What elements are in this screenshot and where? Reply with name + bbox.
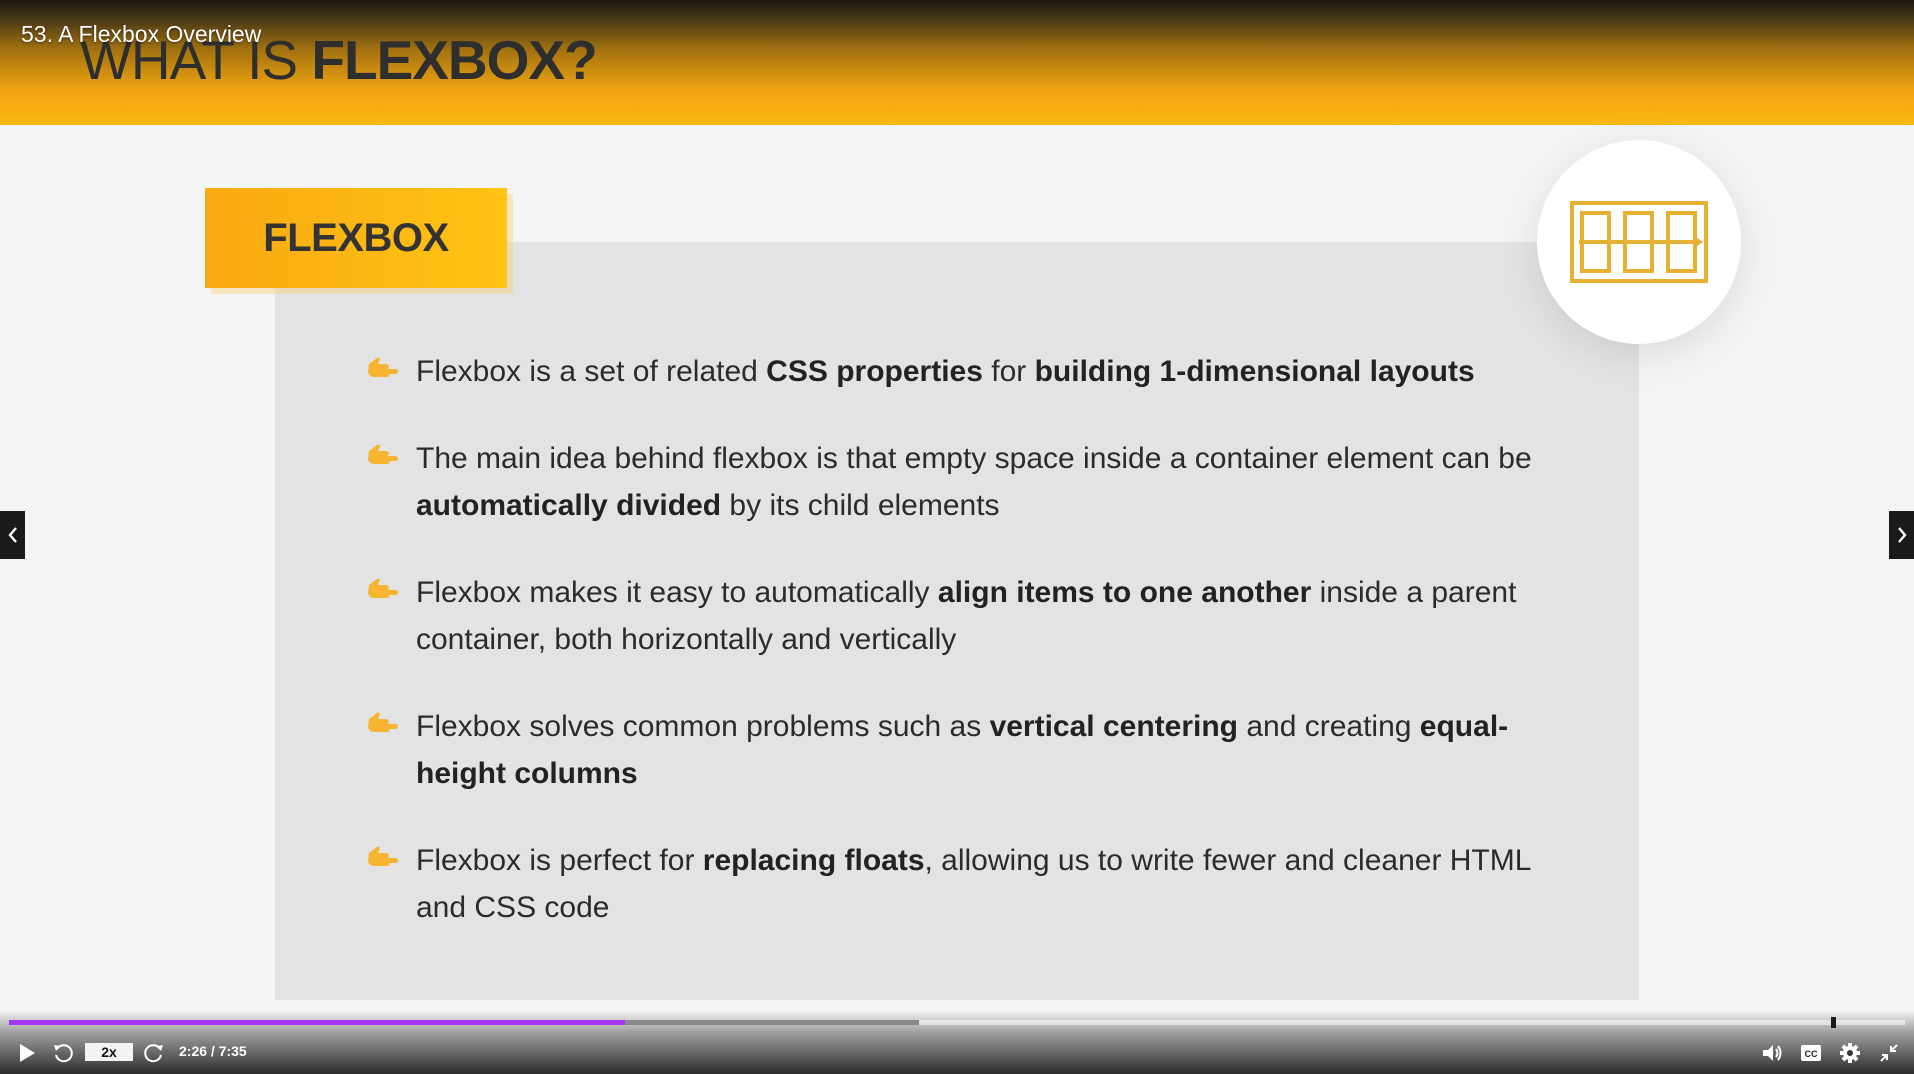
pointing-hand-icon — [368, 578, 398, 598]
pointing-hand-icon — [368, 712, 398, 732]
pointing-hand-icon — [368, 444, 398, 464]
video-player[interactable]: WHAT IS FLEXBOX? 53. A Flexbox Overview … — [0, 0, 1914, 1074]
captions-button[interactable]: CC — [1797, 1040, 1825, 1066]
rewind-5-icon — [54, 1044, 73, 1063]
next-lecture-button[interactable] — [1889, 511, 1914, 559]
rewind-button[interactable] — [50, 1040, 76, 1066]
flexbox-diagram-circle — [1537, 140, 1741, 344]
bullet-text: Flexbox solves common problems such as v… — [416, 710, 1508, 790]
chevron-right-icon — [1897, 527, 1907, 543]
chevron-left-icon — [7, 527, 17, 543]
bullet-segment: Flexbox makes it easy to automatically — [416, 576, 938, 609]
bullet-bold-segment: vertical centering — [989, 710, 1238, 743]
bullet-item: The main idea behind flexbox is that emp… — [365, 435, 1545, 529]
lecture-title: 53. A Flexbox Overview — [21, 21, 262, 47]
captions-icon: CC — [1801, 1045, 1821, 1061]
bullet-text: Flexbox is a set of related CSS properti… — [416, 355, 1475, 388]
time-display: 2:26 / 7:35 — [179, 1043, 247, 1059]
gear-icon — [1840, 1043, 1860, 1063]
bullet-text: The main idea behind flexbox is that emp… — [416, 442, 1532, 522]
bullet-text: Flexbox is perfect for replacing floats,… — [416, 844, 1530, 924]
playback-speed-button[interactable]: 2x — [85, 1043, 133, 1061]
progress-bar[interactable] — [9, 1017, 1905, 1028]
bullet-item: Flexbox is a set of related CSS properti… — [365, 348, 1545, 395]
bullet-item: Flexbox is perfect for replacing floats,… — [365, 837, 1545, 931]
bullet-segment: by its child elements — [721, 489, 1000, 522]
bullet-bold-segment: automatically divided — [416, 489, 722, 522]
exit-fullscreen-icon — [1880, 1044, 1898, 1062]
bullet-segment: and creating — [1238, 710, 1420, 743]
flexbox-layout-icon — [1570, 201, 1708, 283]
bullet-item: Flexbox makes it easy to automatically a… — [365, 569, 1545, 663]
progress-played — [9, 1020, 626, 1025]
bullet-segment: Flexbox is a set of related — [416, 355, 767, 388]
forward-button[interactable] — [141, 1040, 167, 1066]
bullet-segment: Flexbox is perfect for — [416, 844, 703, 877]
pointing-hand-icon — [368, 357, 398, 377]
progress-marker — [1831, 1017, 1836, 1028]
bullet-bold-segment: building 1-dimensional layouts — [1034, 355, 1475, 388]
bullet-segment: Flexbox solves common problems such as — [416, 710, 990, 743]
volume-button[interactable] — [1759, 1040, 1787, 1066]
slide-title-bold: FLEXBOX? — [311, 29, 597, 91]
forward-5-icon — [144, 1044, 163, 1063]
exit-fullscreen-button[interactable] — [1875, 1040, 1903, 1066]
slide-header: WHAT IS FLEXBOX? 53. A Flexbox Overview — [0, 0, 1914, 125]
bullet-item: Flexbox solves common problems such as v… — [365, 703, 1545, 797]
play-icon — [20, 1044, 35, 1062]
bullet-bold-segment: CSS properties — [766, 355, 983, 388]
bullet-text: Flexbox makes it easy to automatically a… — [416, 576, 1516, 656]
play-button[interactable] — [14, 1040, 40, 1066]
settings-button[interactable] — [1836, 1040, 1864, 1066]
svg-text:CC: CC — [1805, 1049, 1818, 1059]
bullet-bold-segment: align items to one another — [937, 576, 1312, 609]
pointing-hand-icon — [368, 846, 398, 866]
flexbox-badge: FLEXBOX — [205, 188, 507, 288]
bullet-segment: The main idea behind flexbox is that emp… — [416, 442, 1532, 475]
bullet-bold-segment: replacing floats — [702, 844, 925, 877]
bullet-segment: for — [982, 355, 1035, 388]
volume-icon — [1763, 1045, 1782, 1061]
bullet-list: Flexbox is a set of related CSS properti… — [365, 348, 1545, 971]
prev-lecture-button[interactable] — [0, 511, 25, 559]
